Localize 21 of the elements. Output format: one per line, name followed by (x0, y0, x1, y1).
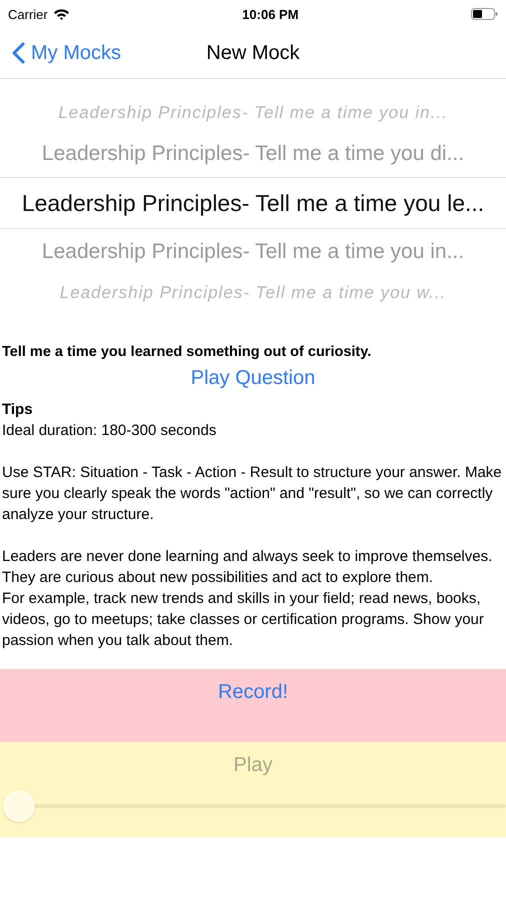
record-button[interactable]: Record! (218, 681, 288, 704)
picker-item[interactable]: Leadership Principles- Tell me a time you in... (0, 228, 506, 274)
tip-paragraph: For example, track new trends and skills in your field; read news, books, videos, go to meetups; take classes or certification programs. Show your passion when you talk about them. (2, 589, 485, 651)
battery-icon (470, 8, 498, 20)
tip-paragraph: Use STAR: Situation - Task - Action - Result to structure your answer. Make sure you clearly speak the words "action" and "result", so we can correctly analyze your structure. (2, 463, 503, 525)
wifi-icon (52, 8, 70, 20)
progress-slider[interactable] (3, 789, 506, 823)
picker-item[interactable]: Leadership Principles- Tell me a time you di... (0, 130, 506, 176)
carrier-label: Carrier (8, 6, 48, 22)
back-button[interactable]: My Mocks (0, 42, 121, 64)
clock: 10:06 PM (242, 6, 299, 22)
question-text: Tell me a time you learned something out of curiosity. (2, 344, 372, 360)
screen-title: New Mock (206, 42, 300, 64)
picker-item[interactable]: Leadership Principles- Tell me a time you w... (0, 274, 506, 310)
tip-paragraph: Leaders are never done learning and always seek to improve themselves. They are curious about new possibilities and act to explore them. (2, 547, 494, 588)
tips-heading: Tips (2, 400, 34, 420)
picker-item[interactable]: Leadership Principles- Tell me a time you le... (0, 176, 506, 228)
play-question-button[interactable]: Play Question (184, 366, 322, 391)
picker-item[interactable]: Leadership Principles- Tell me a time you in... (0, 94, 506, 130)
chevron-left-icon (12, 42, 25, 64)
tip-paragraph: Ideal duration: 180-300 seconds (2, 421, 218, 441)
